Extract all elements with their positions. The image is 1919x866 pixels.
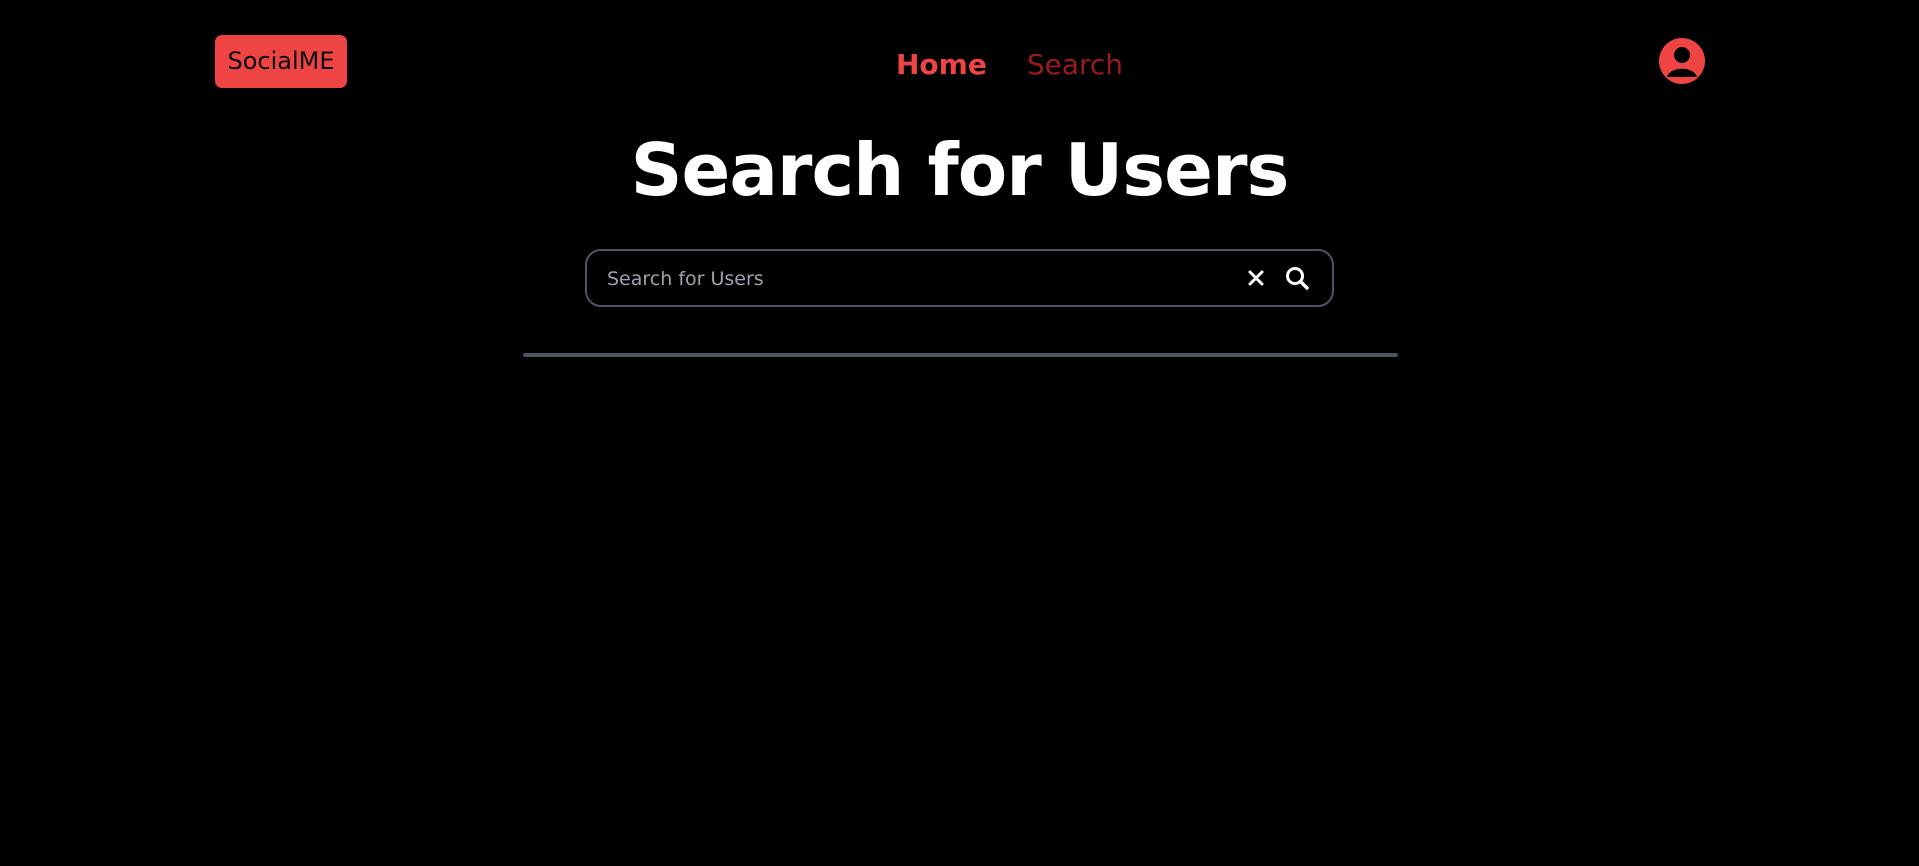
close-icon <box>1248 270 1264 286</box>
clear-search-button[interactable] <box>1244 266 1268 290</box>
search-submit-button[interactable] <box>1284 265 1310 291</box>
user-avatar-button[interactable] <box>1659 38 1705 84</box>
logo-button[interactable]: SocialME <box>215 35 347 88</box>
search-icon <box>1286 267 1309 290</box>
page-title: Search for Users <box>630 128 1290 212</box>
search-box <box>585 249 1334 307</box>
main-nav: Home Search <box>896 40 1123 88</box>
user-circle-icon <box>1667 47 1697 77</box>
nav-link-home[interactable]: Home <box>896 48 987 81</box>
page: SocialME Home Search Search for Users <box>0 0 1919 866</box>
search-input[interactable] <box>605 251 1209 307</box>
results-divider <box>523 353 1398 357</box>
nav-link-search[interactable]: Search <box>1027 48 1123 81</box>
